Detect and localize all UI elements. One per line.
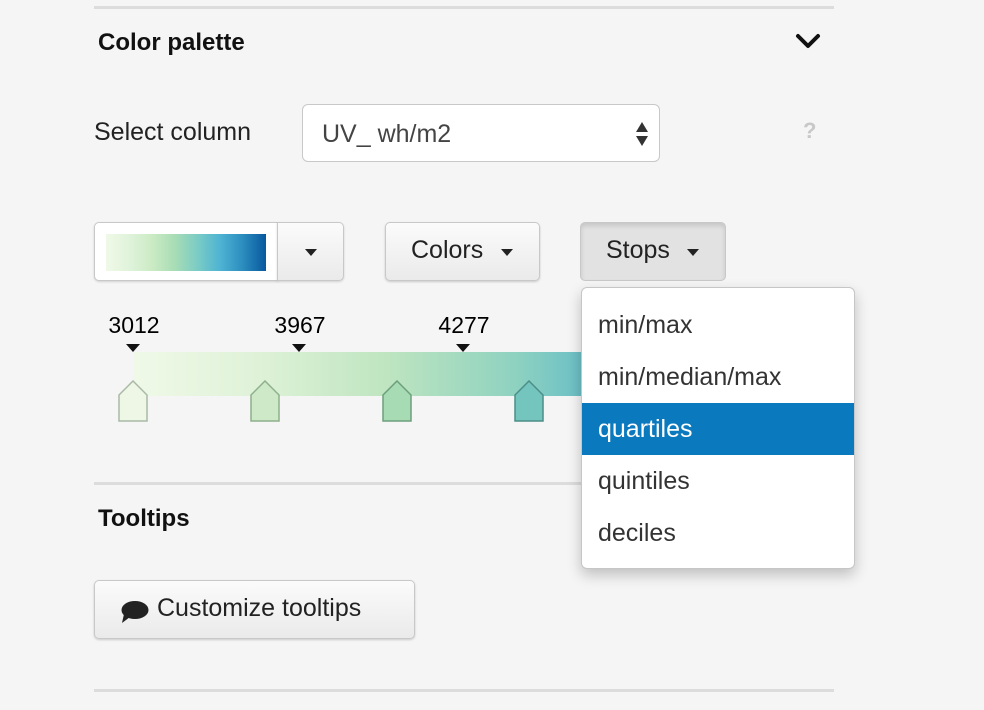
tooltips-title: Tooltips <box>98 505 190 532</box>
comment-icon <box>121 601 149 623</box>
palette-swatch <box>106 234 266 271</box>
menu-item-min-max[interactable]: min/max <box>582 299 854 351</box>
stop-label: 3012 <box>108 312 160 338</box>
colors-button[interactable]: Colors <box>385 222 540 281</box>
stops-button[interactable]: Stops <box>580 222 726 281</box>
palette-preview[interactable] <box>94 222 278 281</box>
menu-item-quintiles[interactable]: quintiles <box>582 455 854 507</box>
customize-tooltips-label: Customize tooltips <box>157 594 362 622</box>
stops-button-label: Stops <box>606 236 670 264</box>
stop-label: 4277 <box>438 312 490 338</box>
caret-down-icon <box>501 249 513 256</box>
bottom-divider <box>94 689 834 692</box>
column-select-value: UV_ wh/m2 <box>322 120 452 148</box>
column-select[interactable]: UV_ wh/m2 <box>302 104 660 162</box>
palette-dropdown-button[interactable] <box>277 222 344 281</box>
palette-picker[interactable] <box>94 222 344 281</box>
help-icon[interactable]: ? <box>803 118 816 144</box>
menu-item-min-median-max[interactable]: min/median/max <box>582 351 854 403</box>
stop-marker <box>456 344 470 352</box>
stop-marker <box>126 344 140 352</box>
stop-handle[interactable] <box>382 380 412 422</box>
color-palette-title: Color palette <box>98 29 245 56</box>
stop-handle[interactable] <box>514 380 544 422</box>
stop-handle[interactable] <box>250 380 280 422</box>
select-updown-icon <box>636 122 648 146</box>
stop-handle[interactable] <box>118 380 148 422</box>
chevron-down-icon[interactable] <box>795 30 821 52</box>
menu-item-deciles[interactable]: deciles <box>582 507 854 559</box>
colors-button-label: Colors <box>411 236 484 264</box>
caret-down-icon <box>687 249 699 256</box>
stops-dropdown-menu: min/max min/median/max quartiles quintil… <box>581 287 855 569</box>
top-divider <box>94 6 834 9</box>
caret-down-icon <box>305 249 317 256</box>
select-column-label: Select column <box>94 118 252 146</box>
stop-marker <box>292 344 306 352</box>
stop-label: 3967 <box>274 312 326 338</box>
customize-tooltips-button[interactable]: Customize tooltips <box>94 580 415 639</box>
menu-item-quartiles[interactable]: quartiles <box>582 403 854 455</box>
